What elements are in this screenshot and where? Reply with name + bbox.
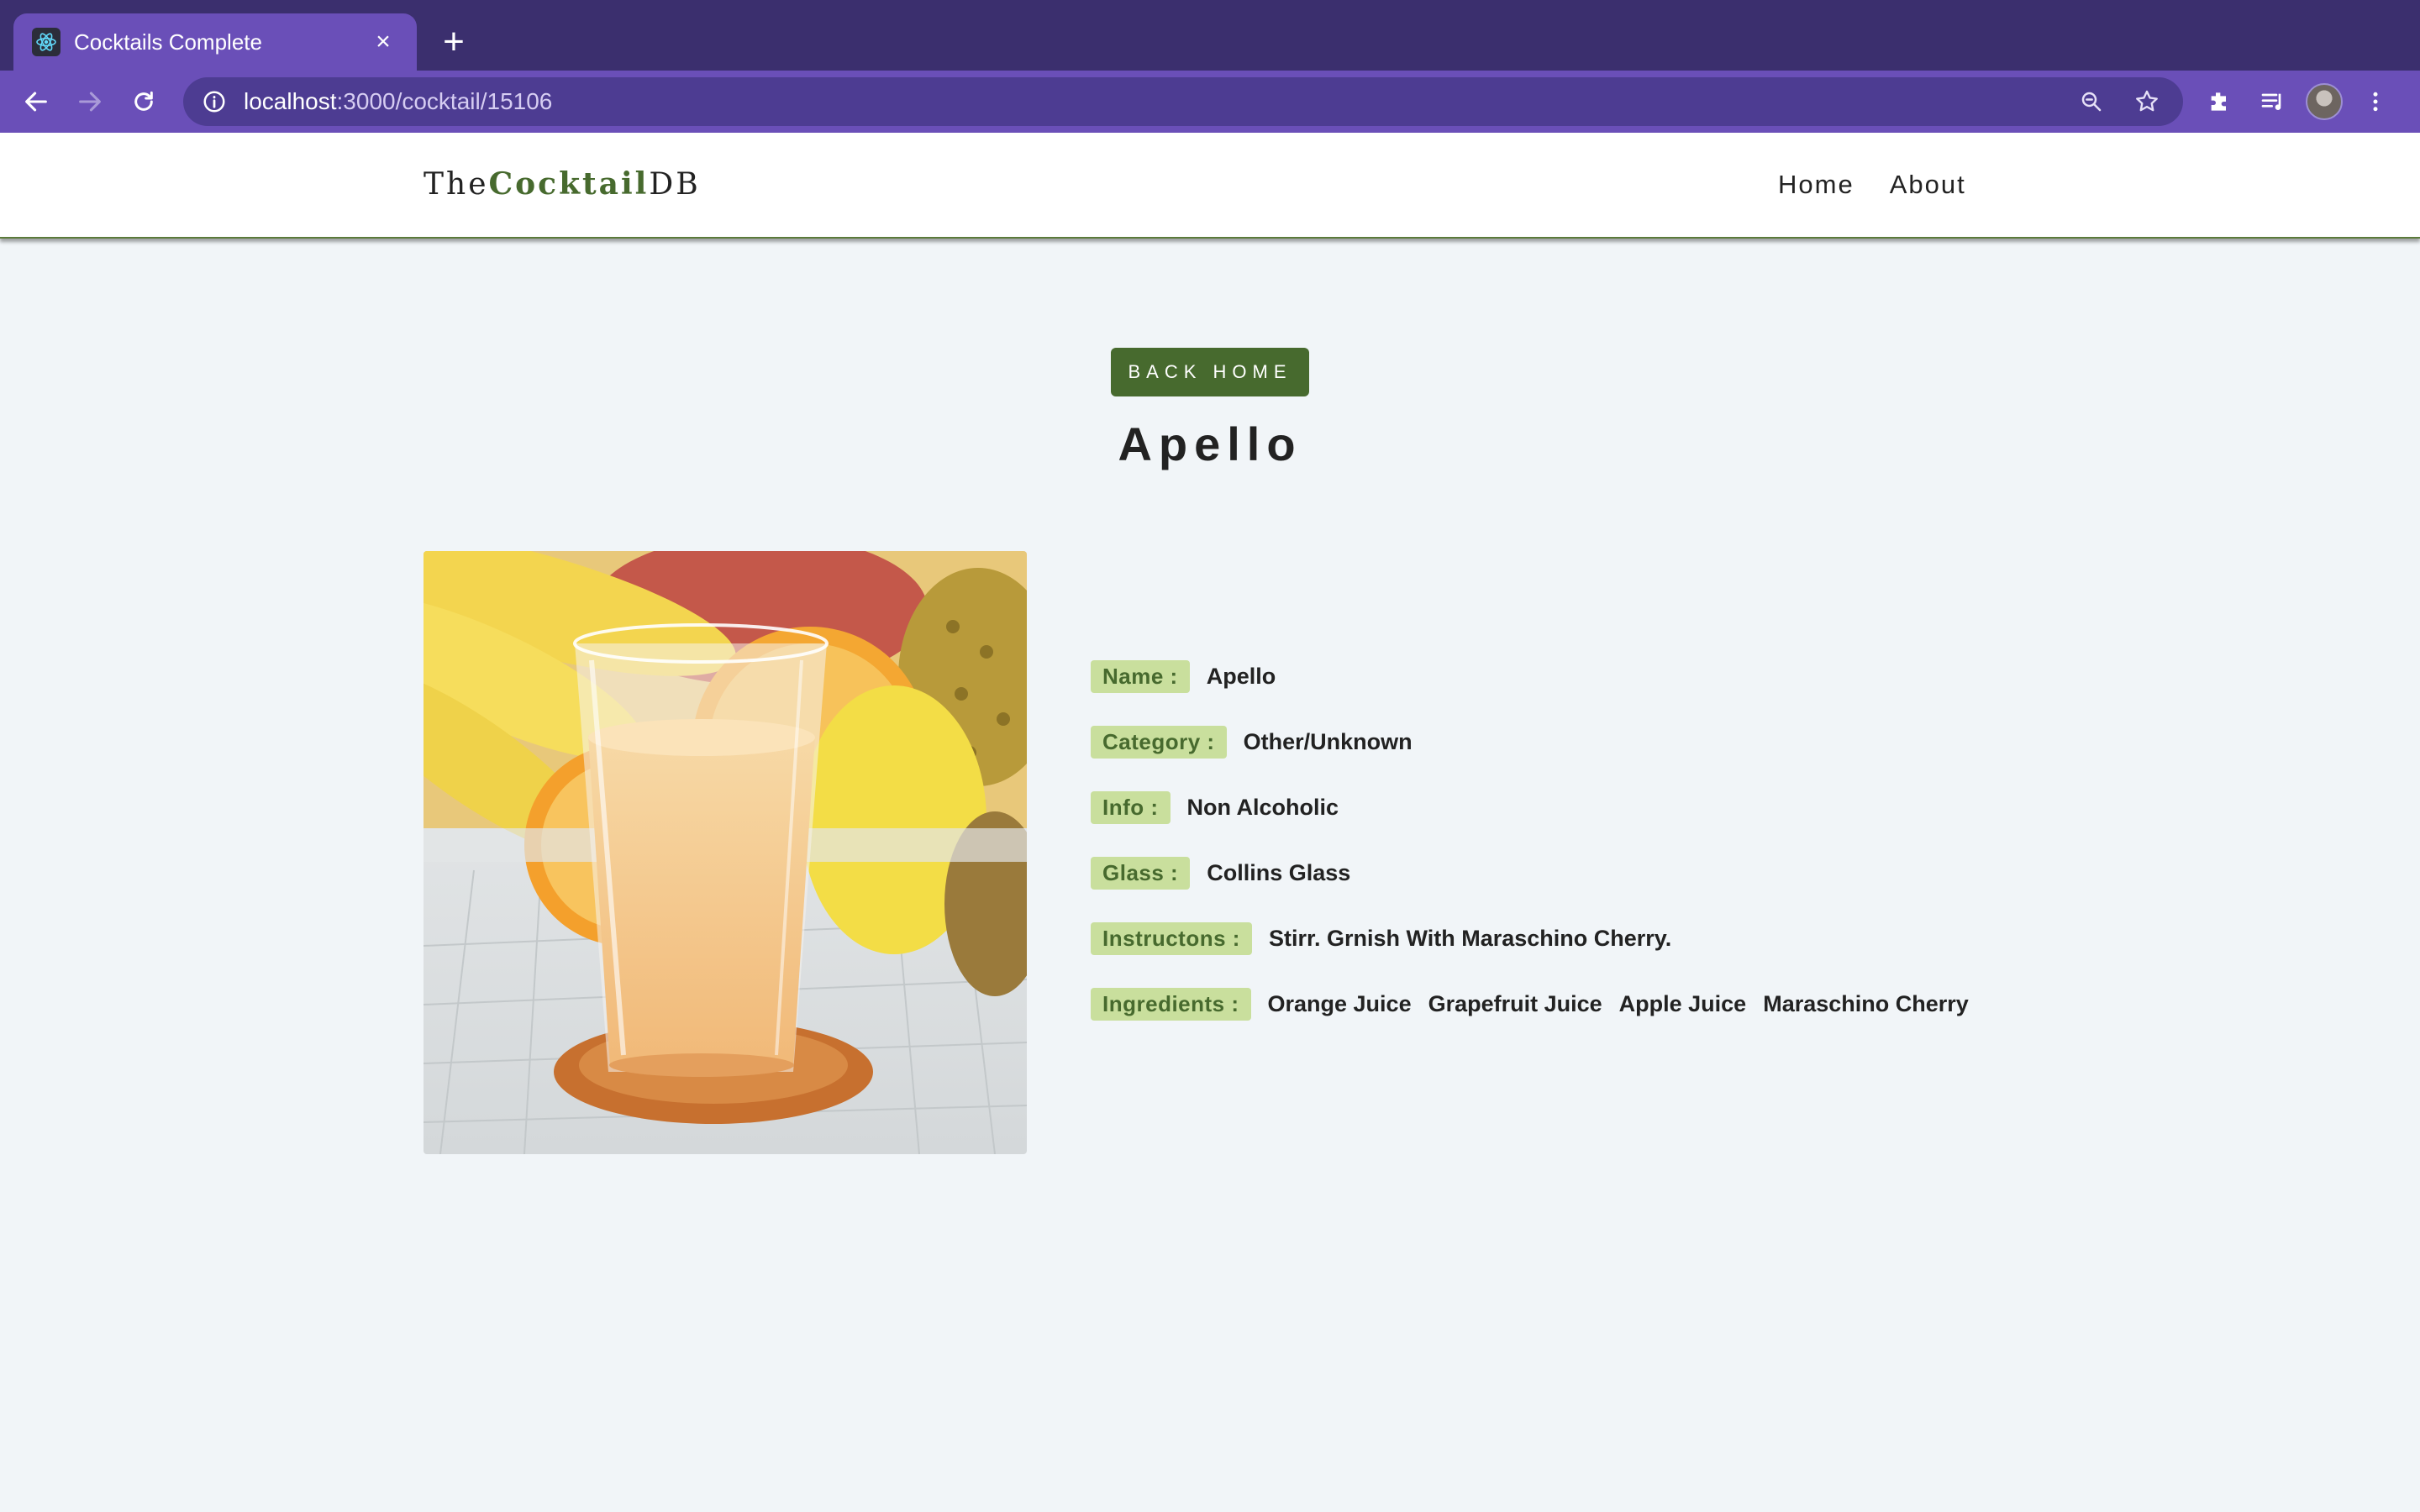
back-arrow-icon[interactable] (15, 81, 57, 123)
glass-label: Glass : (1091, 856, 1191, 890)
profile-avatar[interactable] (2306, 83, 2343, 120)
browser-toolbar: localhost:3000/cocktail/15106 (0, 71, 2420, 133)
cocktail-info: Name : Apello Category : Other/Unknown I… (1091, 659, 2099, 1052)
url-host: localhost (244, 88, 337, 114)
glass-value: Collins Glass (1207, 859, 1351, 885)
nav-links: Home About (1778, 170, 1966, 200)
site-navbar: TheCocktailDB Home About (0, 133, 2420, 239)
reload-icon[interactable] (123, 81, 165, 123)
logo-prefix: The (424, 167, 489, 202)
extensions-puzzle-icon[interactable] (2198, 81, 2240, 123)
name-value: Apello (1206, 663, 1276, 689)
browser-tab[interactable]: Cocktails Complete × (13, 13, 417, 71)
ingredient-item: Orange Juice (1267, 990, 1412, 1016)
ingredient-item: Maraschino Cherry (1763, 990, 1969, 1016)
forward-arrow-icon[interactable] (69, 81, 111, 123)
category-value: Other/Unknown (1243, 728, 1413, 754)
ingredient-item: Grapefruit Juice (1428, 990, 1602, 1016)
category-label: Category : (1091, 725, 1227, 759)
logo-bold: Cocktail (488, 166, 650, 202)
info-row-ingredients: Ingredients : Orange Juice Grapefruit Ju… (1091, 986, 2099, 1021)
cocktail-image (424, 551, 1027, 1154)
page-title: Apello (1118, 417, 1302, 470)
instructions-value: Stirr. Grnish With Maraschino Cherry. (1268, 925, 1672, 951)
info-row-glass: Glass : Collins Glass (1091, 855, 2099, 890)
info-value: Non Alcoholic (1186, 794, 1339, 820)
ingredients-label: Ingredients : (1091, 987, 1251, 1021)
logo-suffix: DB (649, 167, 701, 202)
info-row-category: Category : Other/Unknown (1091, 724, 2099, 759)
ingredient-item: Apple Juice (1618, 990, 1747, 1016)
back-home-button[interactable]: Back Home (1111, 348, 1309, 396)
nav-link-about[interactable]: About (1890, 170, 1966, 200)
site-logo[interactable]: TheCocktailDB (424, 166, 701, 202)
tab-close-icon[interactable]: × (368, 27, 398, 57)
name-label: Name : (1091, 659, 1190, 693)
info-row-instructions: Instructons : Stirr. Grnish With Marasch… (1091, 921, 2099, 956)
more-vertical-icon[interactable] (2354, 81, 2396, 123)
bookmark-star-icon[interactable] (2126, 81, 2168, 123)
url-path: :3000/cocktail/15106 (336, 88, 553, 114)
media-queue-icon[interactable] (2252, 81, 2294, 123)
tab-title: Cocktails Complete (74, 29, 262, 55)
zoom-icon[interactable] (2070, 81, 2112, 123)
info-row-info: Info : Non Alcoholic (1091, 790, 2099, 825)
new-tab-button[interactable]: + (434, 20, 474, 64)
react-favicon-icon (32, 28, 60, 56)
info-row-name: Name : Apello (1091, 659, 2099, 694)
browser-chrome: Cocktails Complete × + localhost:3000/co… (0, 0, 2420, 133)
nav-link-home[interactable]: Home (1778, 170, 1854, 200)
address-bar[interactable]: localhost:3000/cocktail/15106 (183, 77, 2183, 126)
info-label: Info : (1091, 790, 1171, 824)
instructions-label: Instructons : (1091, 921, 1252, 955)
site-info-icon[interactable] (202, 89, 227, 114)
